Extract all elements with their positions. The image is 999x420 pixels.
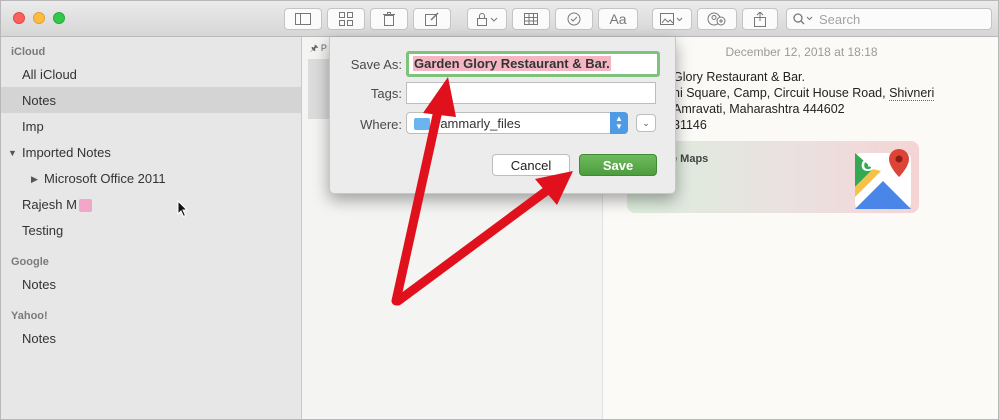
gallery-view-button[interactable]: [327, 8, 365, 30]
note-line-2: ni Square, Camp, Circuit House Road, Shi…: [673, 86, 935, 101]
save-button[interactable]: Save: [579, 154, 657, 176]
save-as-value: Garden Glory Restaurant & Bar.: [413, 56, 611, 71]
where-value: rammarly_files: [436, 116, 521, 131]
add-people-button[interactable]: [697, 8, 737, 30]
lock-icon: [477, 13, 498, 26]
note-line-3: Amravati, Maharashtra 444602: [673, 102, 845, 116]
svg-text:G: G: [861, 156, 874, 175]
folder-all-icloud[interactable]: All iCloud: [1, 61, 301, 87]
account-header-icloud: iCloud: [11, 46, 46, 58]
folder-notes-icloud[interactable]: Notes: [1, 87, 301, 113]
tags-label: Tags:: [370, 86, 402, 101]
maps-card-title: e Maps: [671, 153, 709, 165]
tags-field[interactable]: [406, 82, 656, 104]
close-window-button[interactable]: [13, 12, 25, 24]
photo-icon: [660, 13, 683, 25]
cancel-button[interactable]: Cancel: [492, 154, 570, 176]
table-icon: [524, 13, 538, 25]
pinned-label: P: [320, 43, 327, 53]
popup-stepper-icon: ▲ ▼: [610, 112, 628, 134]
minimize-window-button[interactable]: [33, 12, 45, 24]
folder-label: Rajesh M: [22, 196, 77, 212]
account-header-google: Google: [11, 256, 49, 268]
pinned-header: 🖈 P: [310, 43, 327, 53]
note-line-2-text: ni Square, Camp, Circuit House Road,: [673, 86, 890, 100]
trash-icon: [383, 12, 395, 26]
checkmark-circle-icon: [567, 12, 581, 26]
folder-notes-yahoo[interactable]: Notes: [1, 325, 301, 351]
grid-icon: [339, 12, 353, 26]
zoom-window-button[interactable]: [53, 12, 65, 24]
search-field[interactable]: Search: [786, 8, 992, 30]
expand-dialog-button[interactable]: ⌄: [636, 114, 656, 132]
toolbar: Aa Search: [1, 1, 998, 37]
new-note-button[interactable]: [413, 8, 451, 30]
account-header-yahoo: Yahoo!: [11, 310, 48, 322]
insert-table-button[interactable]: [512, 8, 550, 30]
checklist-button[interactable]: [555, 8, 593, 30]
sidebar-icon: [295, 13, 311, 25]
note-line-4: 31146: [673, 118, 707, 132]
save-as-label: Save As:: [350, 57, 402, 72]
folder-notes-google[interactable]: Notes: [1, 271, 301, 297]
where-label: Where:: [360, 117, 402, 132]
folder-testing[interactable]: Testing: [1, 217, 301, 243]
folder-microsoft-office[interactable]: Microsoft Office 2011: [1, 165, 301, 191]
google-maps-icon: G: [855, 149, 911, 209]
mouse-pointer-icon: [177, 200, 189, 218]
lock-note-button[interactable]: [467, 8, 507, 30]
misspelled-word: Shivneri: [889, 86, 935, 101]
folder-icon: [414, 118, 430, 130]
font-format-icon: Aa: [609, 11, 627, 27]
delete-note-button[interactable]: [370, 8, 408, 30]
where-popup[interactable]: rammarly_files ▲ ▼: [406, 112, 628, 134]
save-as-field[interactable]: Garden Glory Restaurant & Bar.: [406, 51, 660, 77]
save-dialog: Save As: Garden Glory Restaurant & Bar. …: [329, 37, 676, 194]
share-button[interactable]: [742, 8, 778, 30]
compose-icon: [425, 12, 439, 26]
folder-imported-notes[interactable]: Imported Notes: [1, 139, 301, 165]
search-icon: [793, 13, 813, 25]
emoji-icon: [78, 198, 92, 212]
format-button[interactable]: Aa: [598, 8, 638, 30]
add-person-icon: [707, 12, 726, 26]
notes-app-window: Aa Search iCloud All iCloud Notes Imp ▼ …: [0, 0, 999, 420]
folder-rajesh-m[interactable]: Rajesh M: [1, 191, 301, 217]
search-placeholder: Search: [819, 11, 861, 27]
chevron-down-icon: ⌄: [642, 117, 650, 128]
note-line-1: Glory Restaurant & Bar.: [673, 70, 806, 84]
share-icon: [754, 11, 766, 27]
folders-sidebar: iCloud All iCloud Notes Imp ▼ Imported N…: [1, 37, 302, 419]
folder-imp[interactable]: Imp: [1, 113, 301, 139]
toggle-sidebar-button[interactable]: [284, 8, 322, 30]
add-media-button[interactable]: [652, 8, 692, 30]
